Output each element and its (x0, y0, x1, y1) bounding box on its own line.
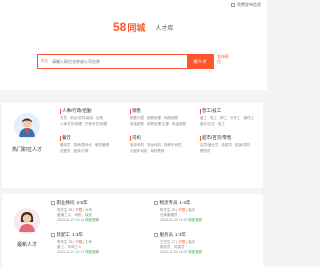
hot-talent-label: 热门职位人才 (11, 147, 42, 153)
header: 58 同城 人才库 职位 搜人才 发布职位 (0, 10, 267, 90)
select-checkbox[interactable] (51, 201, 55, 205)
new-talent-label: 最新人才 (16, 242, 37, 248)
resume-item[interactable]: 服务员 1-3年 王先生 27 | 不限 | 高中 服务员、传菜员 2023-11… (154, 232, 254, 255)
hot-categories-card: 热门职位人才 人事/行政/后勤 文员 前台/总机/接待 后勤 人事专员/助理 行… (2, 103, 263, 188)
search-bar: 职位 搜人才 (37, 54, 214, 69)
select-checkbox[interactable] (154, 201, 158, 205)
top-bar: 免费发布信息 (0, 0, 267, 10)
hot-talent-avatar (14, 113, 40, 139)
new-talent-card: 最新人才 职业顾问 3-5年 张先生 28 | 不限 | 大专 普通工人、司机、保… (2, 194, 263, 267)
person-icon (14, 113, 40, 139)
search-button[interactable]: 搜人才 (187, 55, 213, 68)
new-talent-avatar (14, 208, 40, 234)
select-checkbox[interactable] (51, 233, 55, 237)
resume-item[interactable]: 装配工 1-3年 李先生 25 | 不限 | 中专 普工、车间工人 2023-11… (51, 232, 151, 255)
search-input[interactable] (52, 55, 187, 68)
category-worker: 普工/技工 普工 电工 焊工 叉车工 操作工 组长/拉长 电工 (200, 108, 254, 126)
woman-icon (14, 208, 40, 234)
category-catering: 餐饮 服务员 厨师/厨师长 餐饮管理 送餐员 配菜/打荷 (60, 135, 109, 153)
publish-icon (231, 3, 235, 7)
section-title: 人才库 (155, 25, 174, 32)
category-retail: 超市/百货/零售 店员/营业员 收银员 促销/导购 理货员 (200, 135, 250, 153)
category-admin: 人事/行政/后勤 文员 前台/总机/接待 后勤 人事专员/助理 行政专员/助理 (60, 108, 107, 126)
publish-job-link[interactable]: 发布职位 (217, 54, 229, 64)
search-scope-select[interactable]: 职位 (38, 59, 52, 64)
site-logo[interactable]: 58 同城 人才库 (113, 20, 173, 34)
resume-item[interactable]: 物流专员 1-3年 陈先生 30 | 不限 | 高中 仓库管理员 2023-11-… (154, 200, 254, 223)
publish-link[interactable]: 免费发布信息 (231, 2, 261, 8)
category-sales: 销售 销售代表 销售助理 网络销售 电话销售 销售经理/主管 电话销售 (130, 108, 186, 126)
resume-item[interactable]: 职业顾问 3-5年 张先生 28 | 不限 | 大专 普通工人、司机、保安 202… (51, 200, 151, 223)
select-checkbox[interactable] (154, 233, 158, 237)
category-driver: 司机 商务司机 货运司机 特种车司机 出租车司机 驾校教练 (130, 135, 182, 153)
